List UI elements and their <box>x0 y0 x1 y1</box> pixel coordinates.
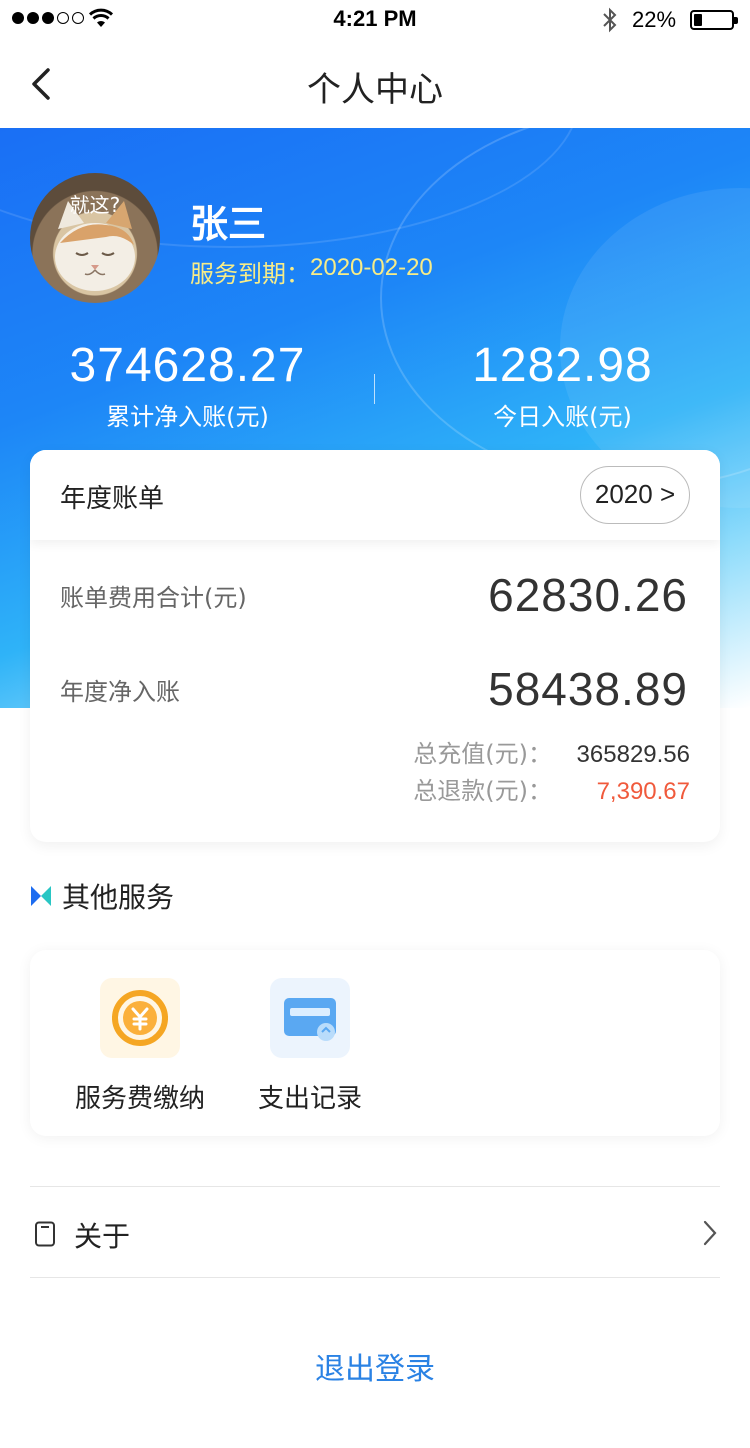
nav-bar: 个人中心 <box>0 40 750 128</box>
cumulative-income-label: 累计净入账(元) <box>106 403 269 431</box>
avatar[interactable]: 就这? <box>30 173 160 303</box>
card-icon <box>270 978 350 1058</box>
chevron-right-icon <box>703 1220 717 1246</box>
year-select-button[interactable]: 2020 > <box>580 466 690 524</box>
today-income-value: 1282.98 <box>472 339 653 392</box>
service-expiry: 服务到期： 2020-02-20 <box>190 254 433 289</box>
total-recharge-value: 365829.56 <box>576 741 690 768</box>
service-fee-payment-label: 服务费缴纳 <box>74 1084 205 1114</box>
avatar-caption: 就这? <box>69 193 121 217</box>
expense-records[interactable]: 支出记录 <box>230 978 390 1115</box>
total-fee-label: 账单费用合计(元) <box>60 584 247 612</box>
yen-coin-icon <box>100 978 180 1058</box>
logout-button[interactable]: 退出登录 <box>0 1344 750 1388</box>
battery-percent: 22% <box>632 7 677 32</box>
cumulative-income-stat: 374628.27 累计净入账(元) <box>0 338 375 432</box>
today-income-stat: 1282.98 今日入账(元) <box>375 338 750 432</box>
user-name: 张三 <box>190 202 267 246</box>
net-income-label: 年度净入账 <box>60 678 180 706</box>
other-services-heading: 其他服务 <box>30 876 174 916</box>
expiry-label: 服务到期： <box>190 260 310 288</box>
expense-records-label: 支出记录 <box>257 1084 362 1114</box>
today-income-label: 今日入账(元) <box>493 403 632 431</box>
total-refund-label: 总退款(元)： <box>413 777 552 805</box>
about-label: 关于 <box>74 1220 131 1253</box>
net-income-value: 58438.89 <box>488 663 688 715</box>
other-services-title: 其他服务 <box>62 881 175 914</box>
annual-bill-card: 年度账单 2020 > 账单费用合计(元) 62830.26 年度净入账 584… <box>30 450 720 842</box>
total-refund-line: 总退款(元)： 7,390.67 <box>413 771 690 806</box>
total-refund-value: 7,390.67 <box>596 778 690 805</box>
expiry-date: 2020-02-20 <box>310 254 433 281</box>
total-fee-value: 62830.26 <box>488 569 688 621</box>
services-card: 服务费缴纳 支出记录 <box>30 950 720 1136</box>
battery-icon <box>690 10 738 30</box>
total-recharge-line: 总充值(元)： 365829.56 <box>413 734 690 769</box>
annual-bill-header: 年度账单 2020 > <box>30 450 720 540</box>
annual-bill-title: 年度账单 <box>60 484 165 514</box>
bluetooth-icon <box>603 7 617 33</box>
info-page-icon <box>35 1221 55 1247</box>
section-marker-icon <box>31 886 51 906</box>
status-bar: 4:21 PM 22% <box>0 0 750 40</box>
service-fee-payment[interactable]: 服务费缴纳 <box>60 978 220 1115</box>
page-title: 个人中心 <box>307 70 443 110</box>
total-recharge-label: 总充值(元)： <box>413 740 552 768</box>
cumulative-income-value: 374628.27 <box>69 339 306 392</box>
about-row[interactable]: 关于 <box>30 1186 720 1278</box>
